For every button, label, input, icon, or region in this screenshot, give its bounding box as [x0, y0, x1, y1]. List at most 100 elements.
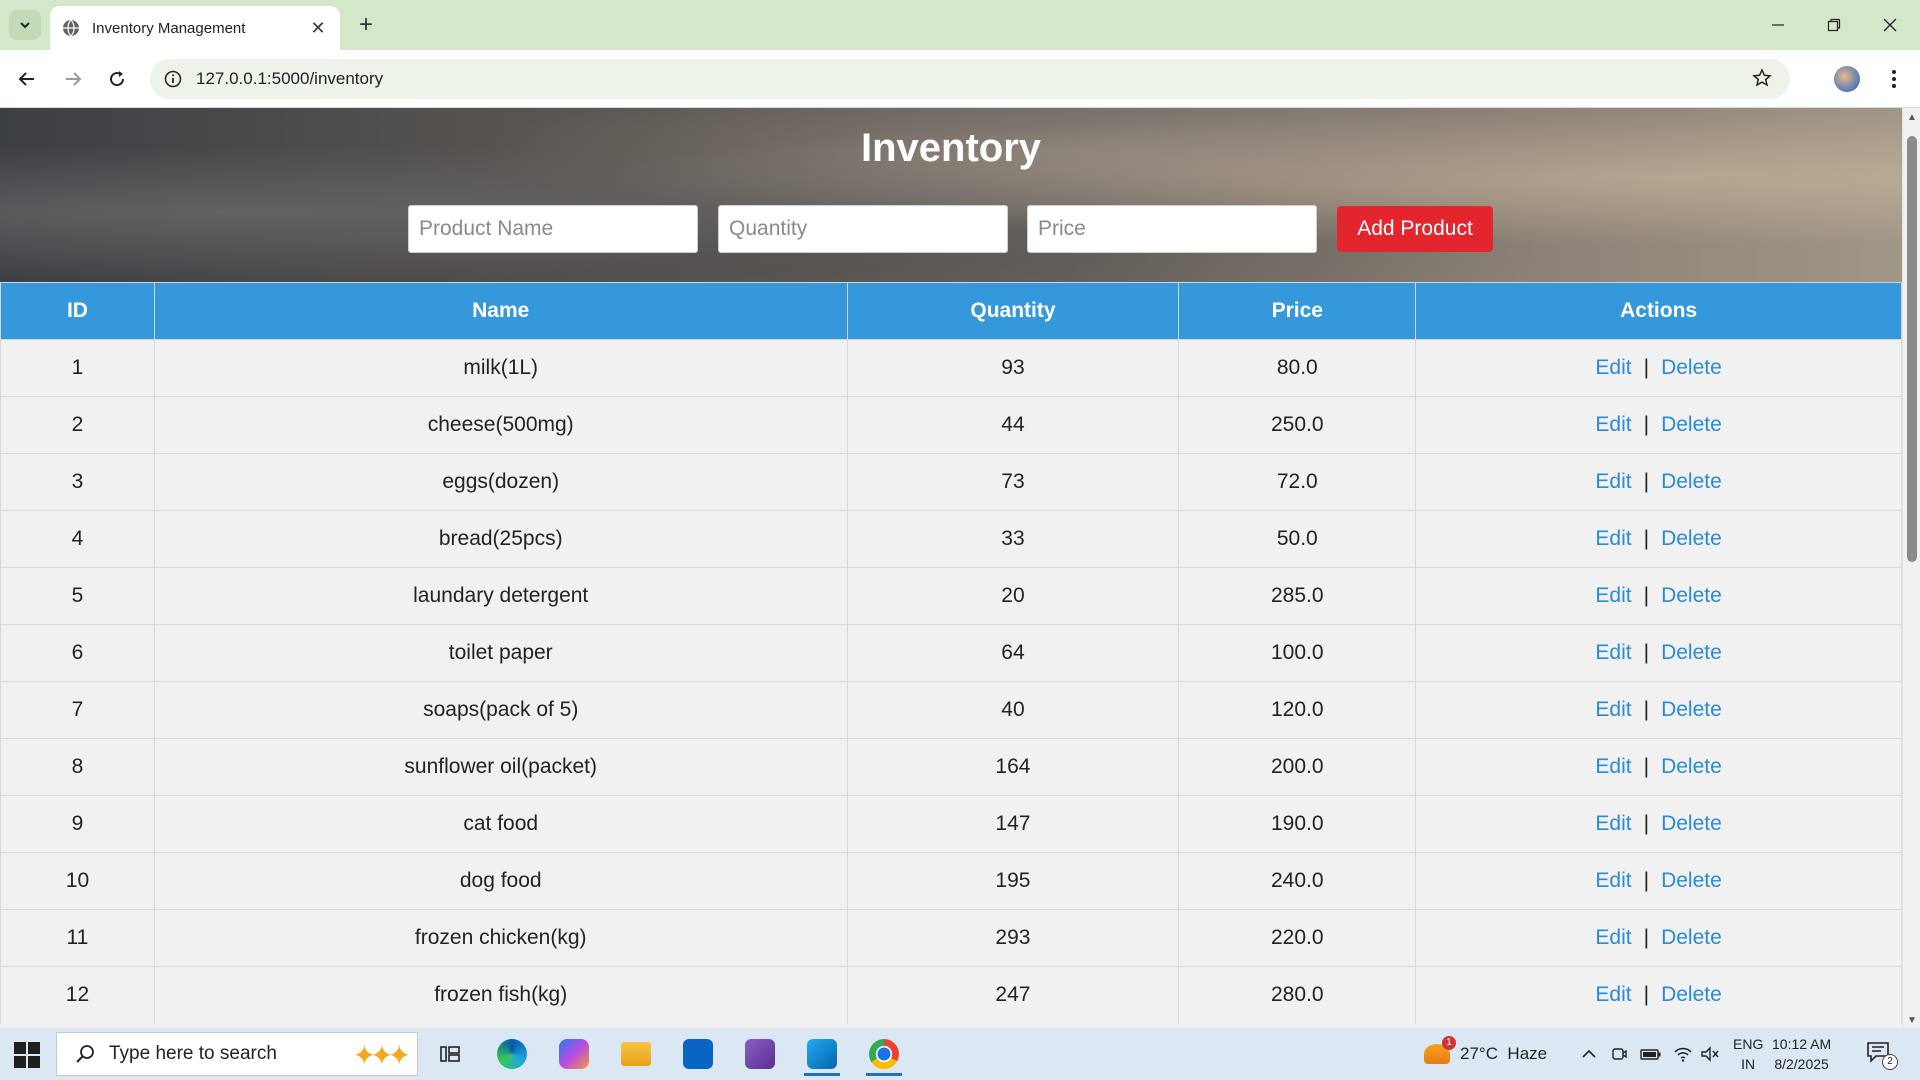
delete-link[interactable]: Delete	[1661, 926, 1722, 949]
action-separator: |	[1643, 413, 1650, 436]
tray-overflow-button[interactable]	[1580, 1028, 1598, 1080]
tray-meet-now[interactable]	[1610, 1028, 1628, 1080]
cell-id: 6	[0, 624, 155, 682]
tab-search-button[interactable]	[9, 10, 41, 40]
cell-quantity: 40	[846, 681, 1180, 739]
delete-link[interactable]: Delete	[1661, 812, 1722, 835]
cell-price: 72.0	[1178, 453, 1417, 511]
cell-actions: Edit | Delete	[1415, 396, 1902, 454]
copilot-icon	[559, 1039, 589, 1069]
browser-menu-button[interactable]	[1884, 66, 1904, 92]
forward-button[interactable]	[56, 62, 90, 96]
restore-button[interactable]	[1814, 8, 1854, 42]
scrollbar-thumb[interactable]	[1907, 136, 1917, 562]
browser-tab[interactable]: Inventory Management ✕	[50, 6, 340, 50]
delete-link[interactable]: Delete	[1661, 584, 1722, 607]
taskbar-chrome[interactable]	[860, 1032, 908, 1076]
site-info-icon[interactable]	[164, 70, 182, 88]
edit-link[interactable]: Edit	[1595, 413, 1631, 436]
edit-link[interactable]: Edit	[1595, 356, 1631, 379]
delete-link[interactable]: Delete	[1661, 641, 1722, 664]
cell-actions: Edit | Delete	[1415, 852, 1902, 910]
taskbar-file-explorer[interactable]	[612, 1032, 660, 1076]
edit-link[interactable]: Edit	[1595, 584, 1631, 607]
cell-price: 200.0	[1178, 738, 1417, 796]
browser-tabstrip: Inventory Management ✕ +	[0, 0, 1920, 50]
delete-link[interactable]: Delete	[1661, 470, 1722, 493]
cell-name: bread(25pcs)	[153, 510, 848, 568]
close-icon	[1883, 18, 1897, 32]
visual-studio-icon	[745, 1039, 775, 1069]
delete-link[interactable]: Delete	[1661, 755, 1722, 778]
table-row: 3 eggs(dozen) 73 72.0 Edit | Delete	[0, 453, 1902, 511]
table-header-row: ID Name Quantity Price Actions	[0, 282, 1902, 340]
cell-name: sunflower oil(packet)	[153, 738, 848, 796]
close-window-button[interactable]	[1870, 8, 1910, 42]
address-bar[interactable]: 127.0.0.1:5000/inventory	[150, 59, 1790, 99]
bookmark-star-icon[interactable]	[1752, 68, 1772, 88]
cell-actions: Edit | Delete	[1415, 795, 1902, 853]
inventory-table: ID Name Quantity Price Actions 1 milk(1L)…	[0, 282, 1902, 1024]
camera-icon	[1612, 1048, 1627, 1060]
cell-actions: Edit | Delete	[1415, 738, 1902, 796]
clock-time: 10:12 AM	[1772, 1036, 1832, 1052]
chevron-down-icon	[20, 22, 30, 29]
notification-count: 2	[1882, 1054, 1898, 1070]
minimize-button[interactable]	[1758, 8, 1798, 42]
scroll-up-icon[interactable]: ▲	[1907, 112, 1917, 123]
taskbar-outlook[interactable]	[674, 1032, 722, 1076]
back-button[interactable]	[10, 62, 44, 96]
delete-link[interactable]: Delete	[1661, 356, 1722, 379]
header-quantity: Quantity	[846, 282, 1180, 340]
delete-link[interactable]: Delete	[1661, 869, 1722, 892]
product-name-input[interactable]	[408, 205, 698, 253]
taskbar-copilot[interactable]	[550, 1032, 598, 1076]
delete-link[interactable]: Delete	[1661, 413, 1722, 436]
taskbar-vscode[interactable]	[798, 1032, 846, 1076]
task-view-button[interactable]	[426, 1032, 474, 1076]
reload-button[interactable]	[100, 62, 134, 96]
scroll-down-icon[interactable]: ▼	[1907, 1015, 1917, 1026]
tray-wifi[interactable]	[1673, 1028, 1693, 1080]
edit-link[interactable]: Edit	[1595, 641, 1631, 664]
new-tab-button[interactable]: +	[352, 12, 380, 40]
price-input[interactable]	[1027, 205, 1317, 253]
cell-quantity: 247	[846, 966, 1180, 1024]
cell-quantity: 64	[846, 624, 1180, 682]
tray-battery[interactable]	[1640, 1028, 1662, 1080]
edit-link[interactable]: Edit	[1595, 470, 1631, 493]
start-button[interactable]	[14, 1042, 40, 1068]
weather-widget[interactable]: 1 27°C Haze	[1424, 1028, 1547, 1080]
edit-link[interactable]: Edit	[1595, 926, 1631, 949]
action-separator: |	[1643, 470, 1650, 493]
taskbar-edge[interactable]	[488, 1032, 536, 1076]
edit-link[interactable]: Edit	[1595, 755, 1631, 778]
edit-link[interactable]: Edit	[1595, 527, 1631, 550]
edit-link[interactable]: Edit	[1595, 869, 1631, 892]
profile-avatar[interactable]	[1834, 66, 1860, 92]
close-tab-icon[interactable]: ✕	[308, 18, 328, 39]
cell-name: cat food	[153, 795, 848, 853]
cell-id: 7	[0, 681, 155, 739]
action-separator: |	[1643, 983, 1650, 1007]
delete-link[interactable]: Delete	[1661, 698, 1722, 721]
taskbar-clock[interactable]: 10:12 AM 8/2/2025	[1772, 1034, 1831, 1074]
weather-text: 27°C Haze	[1460, 1044, 1548, 1063]
cell-actions: Edit | Delete	[1415, 567, 1902, 625]
edit-link[interactable]: Edit	[1595, 983, 1631, 1006]
cell-id: 3	[0, 453, 155, 511]
table-row: 1 milk(1L) 93 80.0 Edit | Delete	[0, 339, 1902, 397]
delete-link[interactable]: Delete	[1661, 983, 1722, 1006]
delete-link[interactable]: Delete	[1661, 527, 1722, 550]
taskbar-visual-studio[interactable]	[736, 1032, 784, 1076]
notification-center-button[interactable]: 2	[1866, 1040, 1898, 1070]
tray-volume[interactable]	[1700, 1028, 1720, 1080]
page-scrollbar[interactable]: ▲ ▼	[1902, 108, 1920, 1028]
edit-link[interactable]: Edit	[1595, 812, 1631, 835]
taskbar-search-box[interactable]: Type here to search ✦✦✦	[56, 1032, 418, 1076]
cell-name: soaps(pack of 5)	[153, 681, 848, 739]
quantity-input[interactable]	[718, 205, 1008, 253]
edit-link[interactable]: Edit	[1595, 698, 1631, 721]
language-indicator[interactable]: ENG IN	[1733, 1034, 1763, 1074]
add-product-button[interactable]: Add Product	[1337, 206, 1493, 252]
